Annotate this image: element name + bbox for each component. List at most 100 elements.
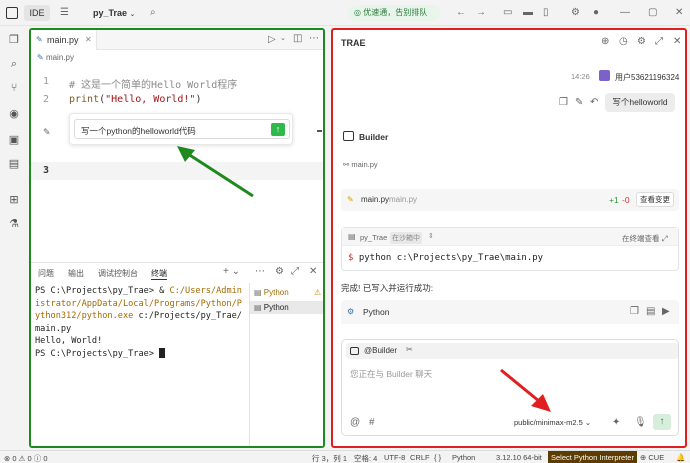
sparkle-icon[interactable]: ✦ [612,418,620,428]
code-line[interactable]: 2 print("Hello, World!") [31,92,323,108]
popout-icon[interactable]: ⤢ [655,37,663,47]
code-function: print [69,94,100,105]
warning-icon: ⚠ [314,288,322,297]
remote-icon[interactable]: ▣ [8,134,20,146]
more-actions-icon[interactable]: ⋯ [309,34,319,44]
chevron-updown-icon[interactable]: ⇕ [428,232,434,240]
terminal-session[interactable]: ▤ Python [250,301,323,314]
back-icon[interactable]: ← [456,8,466,18]
inline-chat-input[interactable]: 写一个python的helloworld代码 ↑ [74,119,290,139]
panel-tab-debug-console[interactable]: 调试控制台 [98,268,138,279]
chevron-down-icon: ⌄ [584,418,592,427]
panel-tab-output[interactable]: 输出 [68,268,84,279]
testing-icon[interactable]: ⚗ [8,218,20,230]
terminal-output[interactable]: PS C:\Projects\py_Trae> & C:/Users/Admin… [35,285,245,360]
insert-code-icon[interactable]: ▤ [646,307,655,317]
maximize-icon[interactable]: ▢ [648,8,657,18]
encoding[interactable]: UTF-8 [384,453,405,462]
terminal-list: ▤ Python ⚠ ▤ Python [249,283,323,446]
close-panel-icon[interactable]: ✕ [673,37,681,47]
code-comment: # 这是一个简单的Hello World程序 [69,80,238,91]
settings-icon[interactable]: ⚙ [275,267,284,277]
line-number: 1 [43,76,50,87]
chat-input-placeholder: 您正在与 Builder 聊天 [350,369,433,379]
editor-tab-main-py[interactable]: ✎ main.py ✕ [31,30,97,50]
chevron-down-icon[interactable]: ⌄ [280,35,286,42]
breadcrumb-file: main.py [45,53,74,62]
copy-icon[interactable]: ❐ [630,307,639,317]
python-version[interactable]: 3.12.10 64-bit [496,453,542,462]
code-block-language: Python [363,307,390,317]
split-terminal-icon[interactable]: ⋯ [255,267,265,277]
new-chat-icon[interactable]: ⊕ [601,37,609,47]
language-mode[interactable]: Python [452,453,475,462]
annotation-arrow-green [177,146,254,198]
done-message: 完成! 已写入并运行成功: [341,283,434,293]
python-file-icon: ✎ [37,53,46,62]
notifications-icon[interactable]: 🔔 [676,453,685,462]
user-name: 用户53621196324 [615,73,680,82]
line-ending[interactable]: CRLF [410,453,430,462]
add-terminal-icon[interactable]: + ⌄ [223,267,240,277]
edit-icon[interactable]: ✎ [575,98,583,108]
ide-mode-button[interactable]: IDE [24,5,50,21]
terminal-session[interactable]: ▤ Python [254,288,289,297]
search-files-icon[interactable]: ⌕ [8,58,20,70]
view-in-terminal-link[interactable]: 在终端查看 ⤢ [622,233,668,244]
avatar-icon[interactable]: ● [593,8,599,18]
layout-panel-icon[interactable]: ▬ [523,8,533,18]
search-icon[interactable]: ⌕ [150,8,156,18]
history-icon[interactable]: ◷ [619,37,628,47]
python-file-icon: ✎ [36,35,43,44]
scrollbar-marker [317,130,322,132]
cursor-position[interactable]: 行 3，列 1 [312,453,347,463]
python-language-icon: ⚙ [347,307,355,316]
mention-icon[interactable]: @ [350,418,360,428]
change-file-name[interactable]: main.py [361,195,389,204]
agent-settings-icon[interactable]: ✂ [406,345,413,354]
model-selector[interactable]: public/minimax-m2.5 ⌄ [514,418,591,427]
minimize-icon[interactable]: — [620,8,630,18]
source-control-icon[interactable]: ⑂ [8,82,20,94]
view-changes-button[interactable]: 查看变更 [636,192,674,207]
breadcrumb[interactable]: ✎ main.py [37,53,74,62]
settings-icon[interactable]: ⚙ [571,8,580,18]
menu-icon[interactable]: ☰ [60,8,69,18]
settings-icon[interactable]: ⚙ [637,37,646,47]
inline-chat-submit-button[interactable]: ↑ [271,123,285,136]
microphone-icon[interactable]: 🎙 [634,418,647,428]
code-line[interactable]: 1 # 这是一个简单的Hello World程序 [31,74,323,91]
maximize-panel-icon[interactable]: ⤢ [291,267,299,277]
forward-icon[interactable]: → [476,8,486,18]
explorer-icon[interactable]: ❐ [8,34,20,46]
indentation[interactable]: 空格: 4 [354,453,377,463]
select-interpreter-button[interactable]: Select Python Interpreter [548,451,637,463]
line-number: 2 [43,94,50,105]
run-debug-icon[interactable]: ◉ [8,108,20,120]
split-editor-icon[interactable]: ◫ [293,34,302,44]
panel-tab-terminal[interactable]: 终端 [151,268,167,280]
user-avatar [599,70,610,81]
copy-icon[interactable]: ❐ [559,98,568,108]
run-file-icon[interactable]: ▷ [268,35,276,45]
undo-icon[interactable]: ↶ [590,98,598,108]
cue-indicator[interactable]: ⊕ CUE [640,453,664,462]
inline-chat-box[interactable]: 写一个python的helloworld代码 ↑ [69,113,293,145]
close-tab-icon[interactable]: ✕ [85,35,92,44]
panel-tab-problems[interactable]: 问题 [38,268,54,279]
terminal-icon[interactable]: ▤ [8,158,20,170]
layout-sidebar-icon[interactable]: ▭ [503,8,512,18]
promo-badge[interactable]: ◎ 优速通，告别排队 [348,5,440,21]
agent-tag[interactable]: @Builder ✂ [346,343,678,359]
send-button[interactable]: ↑ [653,414,671,430]
layout-aux-icon[interactable]: ▯ [543,8,549,18]
close-panel-icon[interactable]: ✕ [309,267,317,277]
extensions-icon[interactable]: ⊞ [8,194,20,206]
sandbox-badge[interactable]: 在沙箱中 [390,232,422,244]
file-reference[interactable]: ⚯ main.py [343,160,378,169]
apply-code-icon[interactable]: ▶ [662,307,670,317]
close-window-icon[interactable]: ✕ [675,8,683,18]
project-switcher[interactable]: py_Trae ⌄ [93,8,135,18]
hashtag-icon[interactable]: # [369,418,375,428]
problems-indicator[interactable]: ⊗ 0 ⚠ 0 ⓘ 0 [4,453,47,463]
